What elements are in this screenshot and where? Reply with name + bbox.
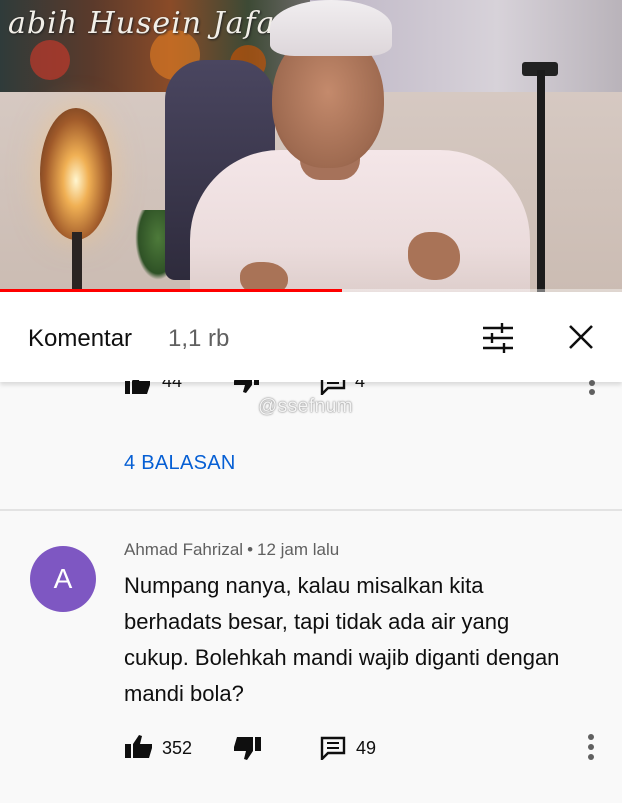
comment-time: 12 jam lalu <box>257 540 340 559</box>
reply-count: 49 <box>356 738 377 758</box>
lamp <box>40 108 112 240</box>
thumbs-down-icon[interactable] <box>232 736 262 762</box>
previous-comment-actions: 44 4 <box>0 380 622 396</box>
comment-text: Numpang nanya, kalau misalkan kita berha… <box>124 573 560 706</box>
reply-icon[interactable] <box>320 380 346 396</box>
meta-separator: • <box>247 540 254 559</box>
comments-title: Komentar <box>28 325 133 352</box>
camera-stand <box>537 70 545 292</box>
comment-meta: Ahmad Fahrizal • 12 jam lalu <box>124 540 339 560</box>
comments-count: 1,1 rb <box>168 325 230 352</box>
previous-reply-count: 4 <box>355 380 366 391</box>
close-icon[interactable] <box>566 322 596 352</box>
thumbs-up-icon[interactable] <box>124 733 154 759</box>
view-replies-button[interactable]: 4 BALASAN <box>124 452 236 475</box>
watermark: @ssefnum <box>258 396 354 417</box>
thumbs-down-icon[interactable] <box>232 380 260 395</box>
thumbs-up-icon[interactable] <box>124 380 152 395</box>
more-options-icon[interactable] <box>587 733 595 761</box>
like-count: 352 <box>162 738 193 758</box>
banner-text: abih Husein Jafar <box>8 6 291 41</box>
sort-filter-icon[interactable] <box>480 320 516 356</box>
more-options-icon[interactable] <box>588 380 596 396</box>
divider <box>0 509 622 511</box>
video-player[interactable]: abih Husein Jafar <box>0 0 622 292</box>
comment-author[interactable]: Ahmad Fahrizal <box>124 540 243 559</box>
avatar[interactable]: A <box>30 546 96 612</box>
previous-like-count: 44 <box>162 380 183 391</box>
reply-icon[interactable] <box>320 736 346 762</box>
